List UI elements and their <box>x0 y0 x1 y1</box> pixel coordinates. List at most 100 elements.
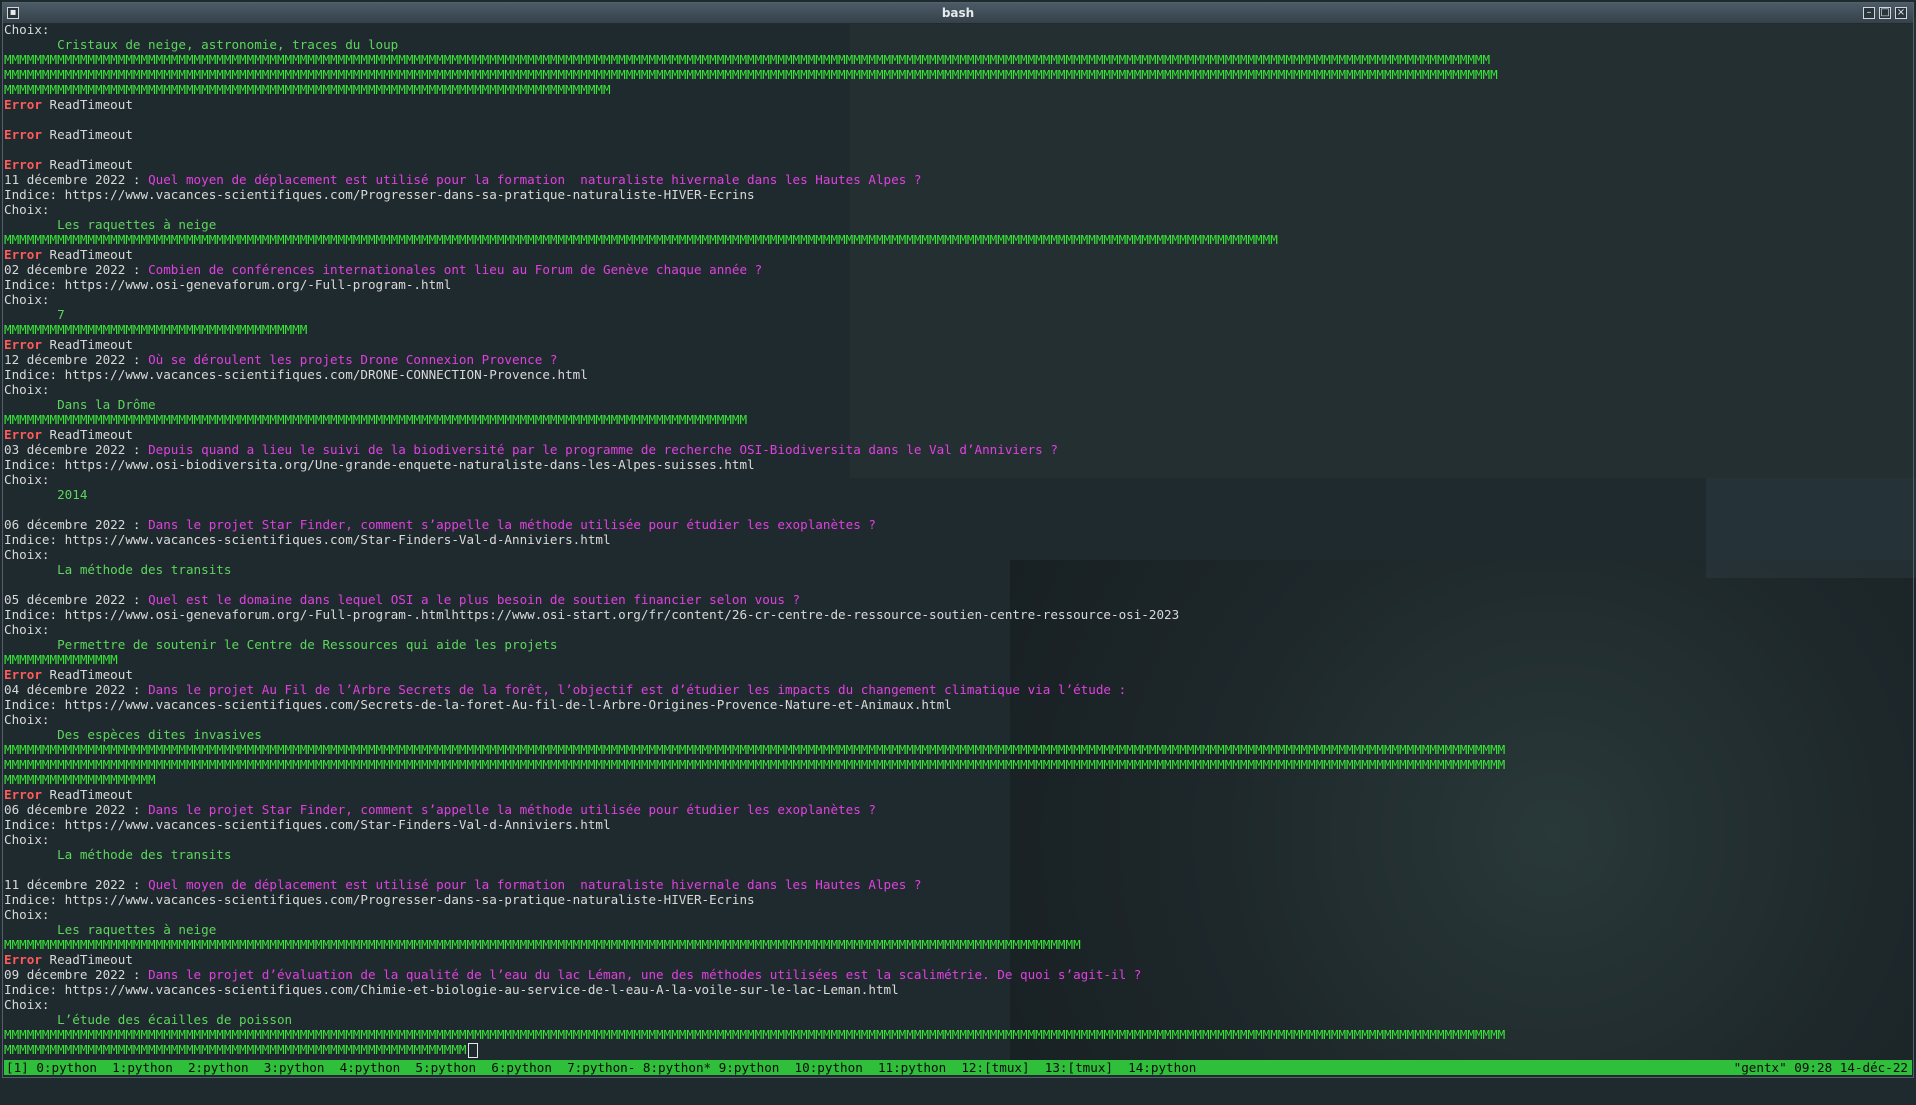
minimize-icon[interactable]: – <box>1863 7 1875 19</box>
error-label: Error <box>4 157 42 172</box>
terminal-line: Choix: <box>4 712 1912 727</box>
output-text: Choix: <box>4 622 50 637</box>
output-text: Indice: https://www.vacances-scientifiqu… <box>4 817 611 832</box>
window-titlebar[interactable]: ▪ bash – □ × <box>3 3 1913 24</box>
answer-text: La méthode des transits <box>4 847 232 862</box>
output-text: Indice: https://www.vacances-scientifiqu… <box>4 367 588 382</box>
question-text: Quel moyen de déplacement est utilisé po… <box>148 172 922 187</box>
output-text: Indice: https://www.vacances-scientifiqu… <box>4 532 611 547</box>
terminal-line: MMMMMMMMMMMMMMMMMMMMMMMMMMMMMMMMMMMMMMMM… <box>4 412 1912 427</box>
output-text: 09 décembre 2022 : <box>4 967 149 982</box>
terminal-line: Dans la Drôme <box>4 397 1912 412</box>
separator-text: MMMMMMMMMMMMMMMMMMMMMMMMMMMMMMMMMMMMMMMM… <box>4 742 1506 757</box>
terminal-line: Choix: <box>4 202 1912 217</box>
terminal-line: MMMMMMMMMMMMMMMMMMMMMMMMMMMMMMMMMMMMMMMM… <box>4 757 1912 772</box>
tmux-window-list[interactable]: [1] 0:python 1:python 2:python 3:python … <box>6 1060 1196 1075</box>
output-text: Indice: https://www.vacances-scientifiqu… <box>4 187 755 202</box>
terminal-line: Choix: <box>4 22 1912 37</box>
output-text: 06 décembre 2022 : <box>4 517 149 532</box>
terminal-line: MMMMMMMMMMMMMMMMMMMMMMMMMMMMMMMMMMMMMMMM… <box>4 52 1912 67</box>
terminal-line: MMMMMMMMMMMMMMMMMMMMMMMMMMMMMMMMMMMMMMMM… <box>4 937 1912 952</box>
output-text: 12 décembre 2022 : <box>4 352 149 367</box>
output-text: ReadTimeout <box>41 337 133 352</box>
maximize-icon[interactable]: □ <box>1879 7 1891 19</box>
terminal-line: Choix: <box>4 997 1912 1012</box>
error-label: Error <box>4 427 42 442</box>
output-text: 11 décembre 2022 : <box>4 877 149 892</box>
output-text: Indice: https://www.vacances-scientifiqu… <box>4 697 952 712</box>
terminal-line: MMMMMMMMMMMMMMMMMMMMMMMMMMMMMMMMMMMMMMMM <box>4 322 1912 337</box>
terminal-line: Permettre de soutenir le Centre de Resso… <box>4 637 1912 652</box>
output-text: ReadTimeout <box>41 127 133 142</box>
answer-text: La méthode des transits <box>4 562 232 577</box>
terminal-line: MMMMMMMMMMMMMMMMMMMMMMMMMMMMMMMMMMMMMMMM… <box>4 67 1912 82</box>
question-text: Combien de conférences internationales o… <box>148 262 763 277</box>
terminal-line: MMMMMMMMMMMMMMMMMMMMMMMMMMMMMMMMMMMMMMMM… <box>4 1042 1912 1058</box>
output-text: ReadTimeout <box>41 247 133 262</box>
separator-text: MMMMMMMMMMMMMMMMMMMMMMMMMMMMMMMMMMMMMMMM… <box>4 82 611 97</box>
terminal-line: Les raquettes à neige <box>4 922 1912 937</box>
separator-text: MMMMMMMMMMMMMMMMMMMMMMMMMMMMMMMMMMMMMMMM <box>4 322 308 337</box>
question-text: Dans le projet Star Finder, comment s’ap… <box>148 802 876 817</box>
output-text: Choix: <box>4 22 50 37</box>
output-text: Choix: <box>4 472 50 487</box>
tmux-status-right: "gentx" 09:28 14-déc-22 <box>1733 1060 1908 1075</box>
separator-text: MMMMMMMMMMMMMMMMMMMMMMMMMMMMMMMMMMMMMMMM… <box>4 52 1491 67</box>
answer-text: 7 <box>4 307 65 322</box>
answer-text: Les raquettes à neige <box>4 217 217 232</box>
terminal-line: MMMMMMMMMMMMMMMMMMMMMMMMMMMMMMMMMMMMMMMM… <box>4 232 1912 247</box>
terminal-line: 06 décembre 2022 : Dans le projet Star F… <box>4 517 1912 532</box>
terminal-line: Error ReadTimeout <box>4 427 1912 442</box>
text-cursor <box>467 1043 478 1058</box>
terminal-line: MMMMMMMMMMMMMMMMMMMMMMMMMMMMMMMMMMMMMMMM… <box>4 82 1912 97</box>
separator-text: MMMMMMMMMMMMMMMMMMMMMMMMMMMMMMMMMMMMMMMM… <box>4 757 1506 772</box>
answer-text: Dans la Drôme <box>4 397 156 412</box>
answer-text: Permettre de soutenir le Centre de Resso… <box>4 637 558 652</box>
terminal-line: 11 décembre 2022 : Quel moyen de déplace… <box>4 877 1912 892</box>
terminal-line: Indice: https://www.osi-biodiversita.org… <box>4 457 1912 472</box>
output-text: Choix: <box>4 997 50 1012</box>
terminal-line: Indice: https://www.vacances-scientifiqu… <box>4 982 1912 997</box>
terminal-line: Error ReadTimeout <box>4 952 1912 967</box>
terminal-line: Les raquettes à neige <box>4 217 1912 232</box>
terminal-line: 12 décembre 2022 : Où se déroulent les p… <box>4 352 1912 367</box>
output-text: 06 décembre 2022 : <box>4 802 149 817</box>
terminal-line: Choix: <box>4 472 1912 487</box>
error-label: Error <box>4 97 42 112</box>
question-text: Quel moyen de déplacement est utilisé po… <box>148 877 922 892</box>
tmux-status-bar: [1] 0:python 1:python 2:python 3:python … <box>4 1060 1912 1075</box>
error-label: Error <box>4 787 42 802</box>
output-text: Indice: https://www.osi-genevaforum.org/… <box>4 277 452 292</box>
question-text: Quel est le domaine dans lequel OSI a le… <box>148 592 801 607</box>
output-text: Choix: <box>4 202 50 217</box>
output-text: Indice: https://www.vacances-scientifiqu… <box>4 892 755 907</box>
terminal-line: 06 décembre 2022 : Dans le projet Star F… <box>4 802 1912 817</box>
question-text: Dans le projet d’évaluation de la qualit… <box>148 967 1142 982</box>
close-icon[interactable]: × <box>1895 7 1907 19</box>
terminal-line: Error ReadTimeout <box>4 157 1912 172</box>
output-text: Indice: https://www.osi-biodiversita.org… <box>4 457 755 472</box>
question-text: Depuis quand a lieu le suivi de la biodi… <box>148 442 1058 457</box>
terminal-output[interactable]: Choix: Cristaux de neige, astronomie, tr… <box>4 22 1912 1062</box>
output-text: Choix: <box>4 547 50 562</box>
terminal-line: Choix: <box>4 292 1912 307</box>
separator-text: MMMMMMMMMMMMMMMMMMMMMMMMMMMMMMMMMMMMMMMM… <box>4 412 748 427</box>
separator-text: MMMMMMMMMMMMMMMMMMMMMMMMMMMMMMMMMMMMMMMM… <box>4 1027 1506 1042</box>
terminal-line: Choix: <box>4 547 1912 562</box>
terminal-line: Indice: https://www.vacances-scientifiqu… <box>4 367 1912 382</box>
terminal-line: 11 décembre 2022 : Quel moyen de déplace… <box>4 172 1912 187</box>
terminal-line: La méthode des transits <box>4 847 1912 862</box>
output-text: ReadTimeout <box>41 157 133 172</box>
answer-text: Cristaux de neige, astronomie, traces du… <box>4 37 399 52</box>
terminal-line: MMMMMMMMMMMMMMM <box>4 652 1912 667</box>
output-text: ReadTimeout <box>41 97 133 112</box>
output-text: 05 décembre 2022 : <box>4 592 149 607</box>
answer-text: Des espèces dites invasives <box>4 727 262 742</box>
output-text: 02 décembre 2022 : <box>4 262 149 277</box>
question-text: Où se déroulent les projets Drone Connex… <box>148 352 558 367</box>
terminal-line: Indice: https://www.vacances-scientifiqu… <box>4 187 1912 202</box>
window-title: bash <box>941 6 975 20</box>
question-text: Dans le projet Star Finder, comment s’ap… <box>148 517 876 532</box>
terminal-line: Error ReadTimeout <box>4 787 1912 802</box>
